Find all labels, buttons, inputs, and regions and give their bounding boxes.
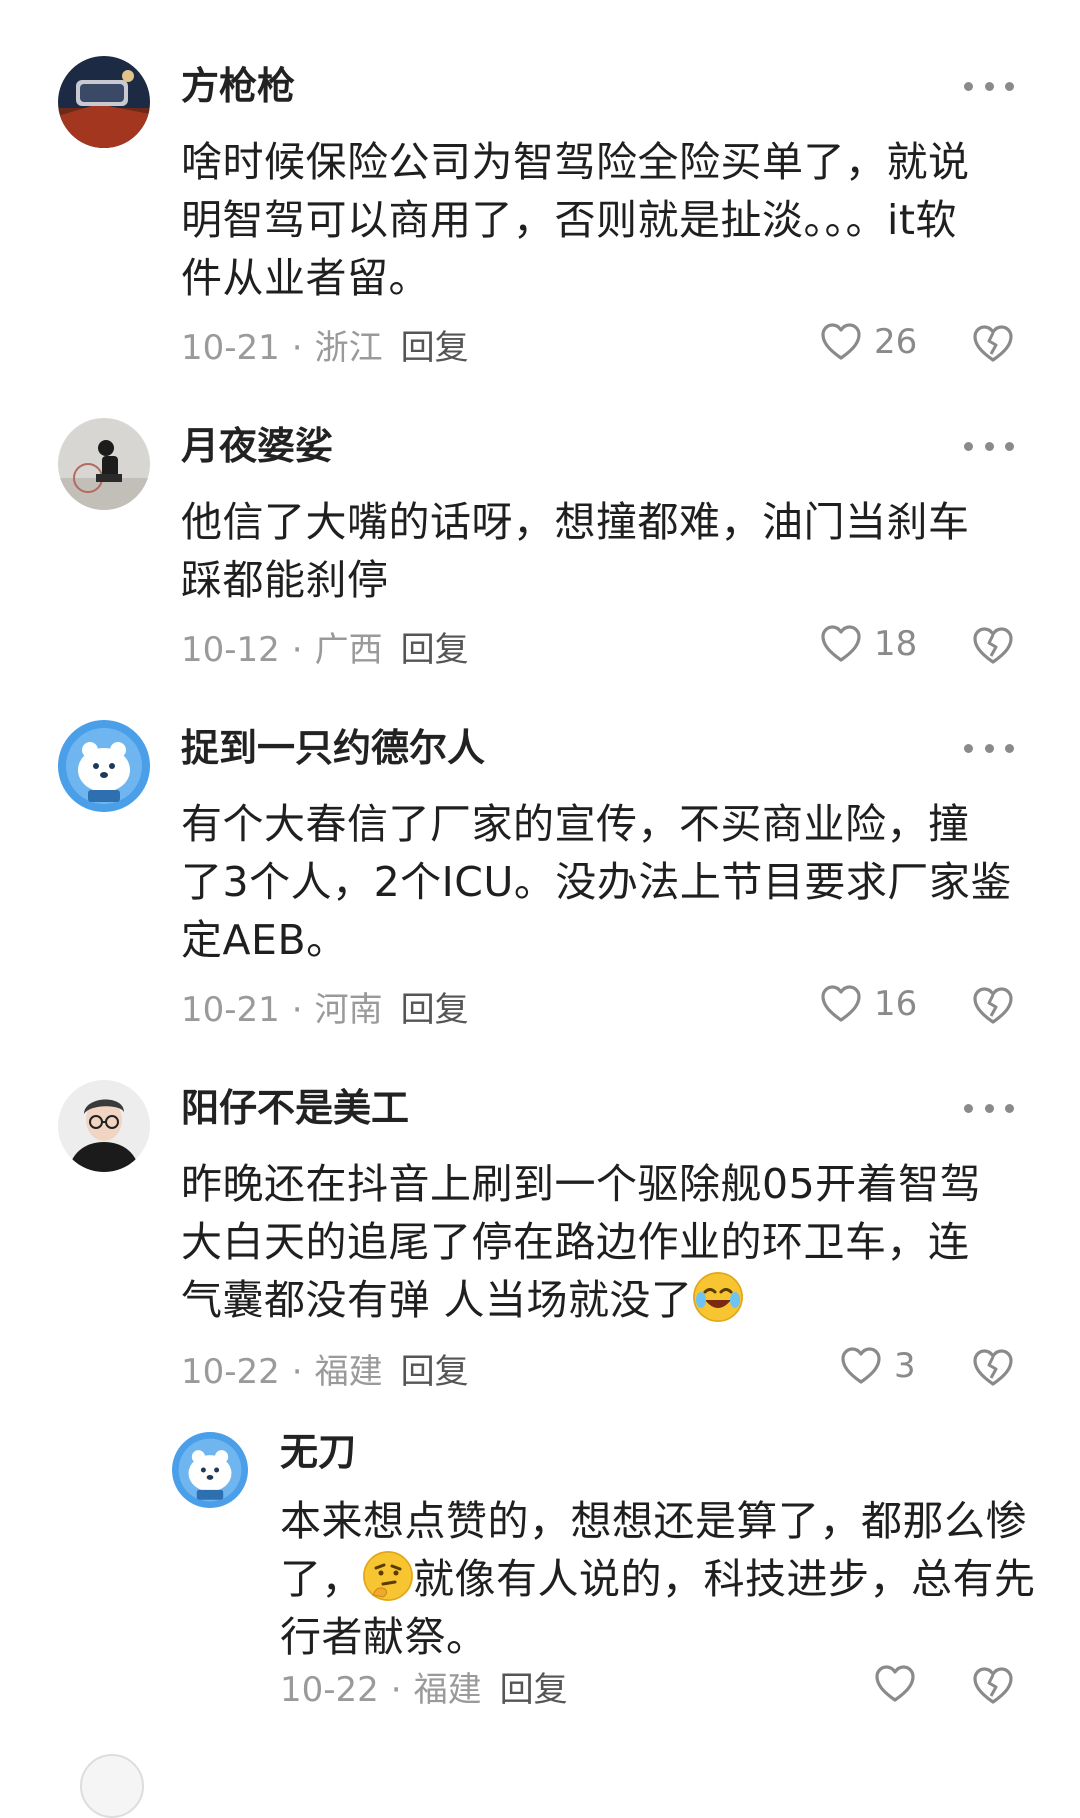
like-button[interactable] — [874, 1664, 916, 1704]
avatar[interactable] — [58, 418, 150, 510]
like-count: 26 — [874, 322, 918, 362]
comment-line-text: 了， — [280, 1555, 363, 1603]
comment-date: 10-21 — [181, 990, 280, 1030]
comment-meta: 10-12 · 广西 回复 — [181, 628, 469, 672]
comment-location: 浙江 — [314, 328, 383, 368]
username[interactable]: 方枪枪 — [181, 62, 295, 110]
comment-text: 有个大春信了厂家的宣传，不买商业险，撞 了3个人，2个ICU。没办法上节目要求厂… — [181, 795, 1012, 969]
comment-line: 他信了大嘴的话呀，想撞都难，油门当刹车 — [181, 498, 970, 546]
username[interactable]: 阳仔不是美工 — [181, 1084, 409, 1132]
comment-line: 踩都能刹停 — [181, 556, 389, 604]
reply-button[interactable]: 回复 — [401, 990, 469, 1030]
broken-heart-icon[interactable] — [972, 1666, 1014, 1706]
username[interactable]: 无刀 — [280, 1428, 356, 1476]
avatar[interactable] — [58, 1080, 150, 1172]
more-dots-icon[interactable] — [964, 1098, 1014, 1118]
meta-separator: · — [390, 1670, 402, 1710]
comment-line: 明智驾可以商用了，否则就是扯淡。。。it软 — [181, 196, 957, 244]
broken-heart-icon[interactable] — [972, 626, 1014, 666]
reply-button[interactable]: 回复 — [401, 328, 469, 368]
more-dots-icon[interactable] — [964, 76, 1014, 96]
comment-line: 有个大春信了厂家的宣传，不买商业险，撞 — [181, 800, 970, 848]
like-count: 16 — [874, 984, 918, 1024]
comment-date: 10-12 — [181, 630, 280, 670]
like-button[interactable]: 3 — [840, 1346, 934, 1386]
meta-separator: · — [291, 328, 303, 368]
comment-line: 大白天的追尾了停在路边作业的环卫车，连 — [181, 1218, 970, 1266]
reply-button[interactable]: 回复 — [401, 1352, 469, 1392]
like-count: 3 — [894, 1346, 916, 1386]
comment-date: 10-21 — [181, 328, 280, 368]
meta-separator: · — [291, 630, 303, 670]
comment-location: 福建 — [413, 1670, 482, 1710]
comment-line: 啥时候保险公司为智驾险全险买单了，就说 — [181, 138, 970, 186]
comment-line: 件从业者留。 — [181, 254, 430, 302]
heart-icon — [875, 1665, 915, 1702]
broken-heart-icon[interactable] — [972, 986, 1014, 1026]
comment-location: 福建 — [314, 1352, 383, 1392]
like-button[interactable]: 26 — [820, 322, 917, 362]
like-count: 18 — [874, 624, 918, 664]
comment-line: 昨晚还在抖音上刷到一个驱除舰05开着智驾 — [181, 1160, 982, 1208]
heart-icon — [841, 1347, 881, 1384]
next-comment-avatar[interactable] — [80, 1754, 144, 1818]
comment-line: 本来想点赞的，想想还是算了，都那么惨 — [280, 1497, 1027, 1545]
avatar[interactable] — [58, 720, 150, 812]
username[interactable]: 月夜婆娑 — [181, 422, 333, 470]
more-dots-icon[interactable] — [964, 738, 1014, 758]
comment-location: 河南 — [314, 990, 383, 1030]
meta-separator: · — [291, 1352, 303, 1392]
broken-heart-icon[interactable] — [972, 324, 1014, 364]
comment-line-text: 就像有人说的，科技进步，总有先 — [413, 1555, 1036, 1603]
heart-icon — [821, 985, 861, 1022]
comment-line-text: 气囊都没有弹 人当场就没了 — [181, 1276, 693, 1324]
reply-button[interactable]: 回复 — [500, 1670, 568, 1710]
more-dots-icon[interactable] — [964, 436, 1014, 456]
comment-line: 了3个人，2个ICU。没办法上节目要求厂家鉴 — [181, 858, 1012, 906]
thinking-emoji — [363, 1551, 413, 1601]
comment-line: 行者献祭。 — [280, 1613, 488, 1661]
avatar[interactable] — [58, 56, 150, 148]
comment-line: 了， 就像有人说的，科技进步，总有先 — [280, 1550, 1036, 1608]
comment-line: 定AEB。 — [181, 916, 348, 964]
comment-text: 他信了大嘴的话呀，想撞都难，油门当刹车 踩都能刹停 — [181, 493, 970, 609]
meta-separator: · — [291, 990, 303, 1030]
like-button[interactable]: 16 — [820, 984, 917, 1024]
avatar[interactable] — [172, 1432, 248, 1508]
broken-heart-icon[interactable] — [972, 1348, 1014, 1388]
comment-location: 广西 — [314, 630, 383, 670]
comment-text: 昨晚还在抖音上刷到一个驱除舰05开着智驾 大白天的追尾了停在路边作业的环卫车，连… — [181, 1155, 981, 1329]
comment-date: 10-22 — [280, 1670, 379, 1710]
laugh-crying-emoji — [692, 1272, 743, 1322]
comment-meta: 10-21 · 河南 回复 — [181, 988, 469, 1032]
comment-text: 本来想点赞的，想想还是算了，都那么惨 了， 就像有人说的，科技进步，总有先 行者献… — [280, 1492, 1036, 1666]
comment-date: 10-22 — [181, 1352, 280, 1392]
comment-line: 气囊都没有弹 人当场就没了 — [181, 1271, 981, 1329]
like-button[interactable]: 18 — [820, 624, 917, 664]
comment-meta: 10-21 · 浙江 回复 — [181, 326, 469, 370]
reply-button[interactable]: 回复 — [401, 630, 469, 670]
comment-meta: 10-22 · 福建 回复 — [181, 1350, 469, 1394]
heart-icon — [821, 323, 861, 360]
comment-text: 啥时候保险公司为智驾险全险买单了，就说 明智驾可以商用了，否则就是扯淡。。。it… — [181, 133, 970, 307]
comment-meta: 10-22 · 福建 回复 — [280, 1668, 568, 1712]
heart-icon — [821, 625, 861, 662]
username[interactable]: 捉到一只约德尔人 — [181, 724, 485, 772]
